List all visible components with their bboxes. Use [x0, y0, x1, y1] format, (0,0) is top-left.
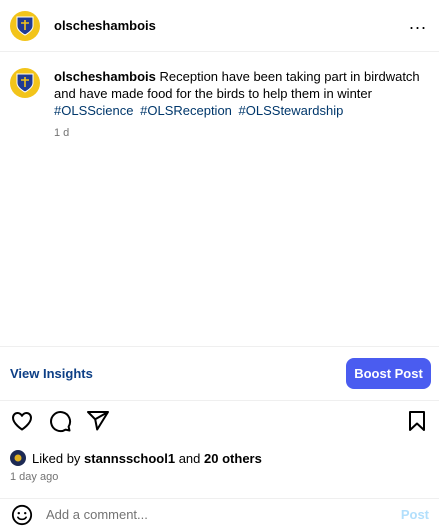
liker-avatar[interactable]	[10, 450, 26, 466]
heart-icon[interactable]	[10, 409, 34, 433]
caption-body: olscheshambois Reception have been takin…	[54, 68, 429, 330]
caption-avatar[interactable]	[10, 68, 40, 98]
boost-post-button[interactable]: Boost Post	[346, 358, 431, 389]
liker-username[interactable]: stannsschool1	[84, 451, 175, 466]
liked-by-connector: and	[178, 450, 201, 466]
bookmark-icon[interactable]	[405, 409, 429, 433]
account-avatar[interactable]	[10, 10, 40, 41]
comment-input[interactable]	[46, 507, 366, 522]
insights-bar: View Insights Boost Post	[0, 346, 439, 401]
hashtag-list: #OLSScience #OLSReception #OLSStewardshi…	[54, 102, 429, 119]
school-badge-icon	[14, 454, 22, 462]
school-crest-icon	[16, 73, 34, 93]
hashtag-olsscience[interactable]: #OLSScience	[54, 103, 134, 118]
hashtag-olsreception[interactable]: #OLSReception	[140, 103, 232, 118]
caption-username[interactable]: olscheshambois	[54, 69, 156, 84]
likes-summary: Liked by stannsschool1 and 20 others	[10, 450, 262, 466]
comment-icon[interactable]	[48, 409, 72, 433]
school-crest-icon	[16, 16, 34, 36]
caption-section: olscheshambois Reception have been takin…	[0, 52, 439, 346]
share-icon[interactable]	[86, 409, 110, 433]
caption-text: olscheshambois Reception have been takin…	[54, 68, 429, 102]
hashtag-olsstewardship[interactable]: #OLSStewardship	[239, 103, 344, 118]
post-comment-button[interactable]: Post	[401, 507, 429, 522]
more-options-button[interactable]: ...	[403, 14, 429, 38]
post-date: 1 day ago	[10, 471, 59, 483]
view-insights-link[interactable]: View Insights	[10, 366, 93, 381]
post-header: olscheshambois ...	[0, 0, 439, 52]
caption-time: 1 d	[54, 127, 70, 139]
liked-by-prefix: Liked by	[32, 450, 81, 466]
action-bar	[0, 401, 439, 441]
others-count[interactable]: 20 others	[204, 451, 262, 466]
comment-bar: Post	[0, 498, 439, 530]
header-username[interactable]: olscheshambois	[54, 18, 156, 33]
emoji-icon[interactable]	[10, 503, 34, 527]
